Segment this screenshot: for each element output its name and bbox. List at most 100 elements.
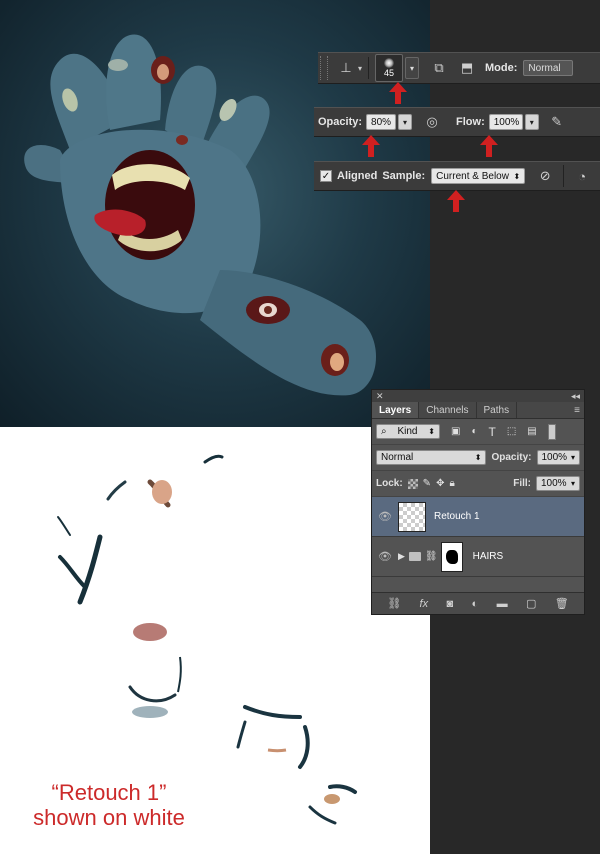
opacity-value: 80% [371,116,392,128]
red-arrow-brush-annotation [389,82,407,104]
caption-line-1: “Retouch 1” [51,780,167,805]
filter-shape-icon[interactable]: ⬚ [507,426,516,437]
airbrush-icon[interactable]: ✎ [547,112,567,132]
opacity-dropdown-icon[interactable]: ▾ [398,114,413,130]
aligned-label: Aligned [337,170,378,182]
layer-filter-row: ⌕ Kind ⬍ ▣ ◐ T ⬚ ▤ [372,419,584,445]
brush-tip-icon [384,58,395,68]
red-arrow-sample-annotation [447,190,465,212]
sample-chevron-icon: ⬍ [513,171,521,181]
sample-select[interactable]: Current & Below ⬍ [431,168,526,184]
blend-mode-value: Normal [381,452,414,463]
sample-value: Current & Below [436,170,509,182]
sample-label: Sample: [382,170,426,182]
layer-thumbnail [398,501,426,532]
panel-footer: ⛓︎ fx ◙ ◐ ▬ ▢ 🗑︎ [372,592,584,614]
fill-label: Fill: [513,478,531,489]
tab-layers[interactable]: Layers [372,402,420,418]
filter-type-icon[interactable]: T [489,425,496,439]
layer-name: HAIRS [472,551,504,562]
blend-chevron-icon: ⬍ [474,453,482,462]
pressure-opacity-icon[interactable]: ◎ [422,112,442,132]
mode-value: Normal [528,62,561,74]
toolbar-grip[interactable] [320,56,328,80]
mode-label: Mode: [485,62,518,74]
lock-fill-row: Lock: ✎ ✥ 🔒︎ Fill: 100% ▾ [372,471,584,497]
layer-row-hairs[interactable]: 👁︎ ▶ ⛓︎ HAIRS [372,537,584,577]
search-icon: ⌕ [381,426,387,437]
panel-header: ✕ ◂◂ [372,390,584,402]
clone-stamp-icon[interactable]: ⊥ [336,58,356,78]
red-arrow-opacity-annotation [362,135,380,157]
flow-input[interactable]: 100% [488,114,523,130]
expand-group-icon[interactable]: ▶ [398,551,405,562]
opacity-label: Opacity: [318,116,363,128]
brush-picker-chevron-icon[interactable]: ▾ [405,57,420,79]
tool-preset-chevron-icon[interactable]: ▾ [358,64,362,73]
ignore-adjustment-layers-icon[interactable]: ⊘ [535,166,555,186]
filter-chevron-icon: ⬍ [428,427,435,436]
tab-channels[interactable]: Channels [419,402,477,418]
aligned-checkbox[interactable]: ✓ [320,170,332,182]
blend-mode-select[interactable]: Normal ⬍ [376,450,487,465]
blend-opacity-row: Normal ⬍ Opacity: 100% ▾ [372,445,584,471]
filter-pixel-icon[interactable]: ▣ [451,426,460,437]
hand-silhouette-icon [445,549,458,564]
layer-opacity-chevron-icon: ▾ [570,453,575,462]
lock-label: Lock: [376,478,403,489]
lock-pixels-icon[interactable]: ✎ [423,478,431,489]
flow-dropdown-icon[interactable]: ▾ [524,114,539,130]
collapse-icon[interactable]: ◂◂ [571,391,580,402]
opacity-flow-options-bar: Opacity: 80% ▾ ◎ Flow: 100% ▾ ✎ [314,107,600,137]
layer-opacity-value: 100% [541,452,568,463]
lock-all-icon[interactable]: 🔒︎ [449,478,454,489]
brush-panel-toggle-icon[interactable]: ⧉ [429,58,449,78]
filter-smart-object-icon[interactable]: ▤ [527,426,536,437]
clone-stamp-options-bar: ⊥ ▾ 45 ▾ ⧉ ⬒ Mode: Normal [318,52,600,84]
group-mask-thumbnail [440,541,463,572]
add-mask-icon[interactable]: ◙ [447,598,454,610]
red-arrow-flow-annotation [480,135,498,157]
mask-link-icon[interactable]: ⛓︎ [425,551,438,562]
filter-toggle-icon[interactable] [547,423,556,440]
layer-opacity-label: Opacity: [491,452,532,463]
fill-value: 100% [541,478,567,489]
visibility-eye-icon[interactable]: 👁︎ [372,510,398,523]
new-layer-icon[interactable]: ▢ [526,597,536,610]
divider [563,165,565,187]
filter-adjustment-icon[interactable]: ◐ [471,426,477,437]
lock-position-icon[interactable]: ✥ [436,478,444,489]
fill-input[interactable]: 100% ▾ [536,476,580,491]
divider [368,57,370,79]
clone-source-panel-icon[interactable]: ⬒ [457,58,477,78]
mode-select[interactable]: Normal [523,60,574,76]
folder-icon [408,552,421,561]
layer-name: Retouch 1 [434,511,480,522]
visibility-eye-icon[interactable]: 👁︎ [372,550,398,563]
brush-preset-picker[interactable]: 45 [375,54,404,82]
layers-panel: ✕ ◂◂ Layers Channels Paths ≡ ⌕ Kind ⬍ ▣ … [371,389,585,615]
caption-line-2: shown on white [33,805,185,830]
brush-size: 45 [384,68,395,78]
layer-style-fx-icon[interactable]: fx [420,598,429,610]
panel-menu-icon[interactable]: ≡ [574,405,584,418]
flow-label: Flow: [456,116,485,128]
sample-options-bar: ✓ Aligned Sample: Current & Below ⬍ ⊘ ◔ [314,161,600,191]
close-icon[interactable]: ✕ [376,391,384,402]
filter-kind-value: Kind [397,426,418,437]
opacity-input[interactable]: 80% [366,114,397,130]
new-group-icon[interactable]: ▬ [497,598,508,610]
tab-paths[interactable]: Paths [477,402,518,418]
link-layers-icon[interactable]: ⛓︎ [387,597,401,610]
flow-value: 100% [493,116,520,128]
filter-kind-select[interactable]: ⌕ Kind ⬍ [376,424,440,439]
layer-row-retouch-1[interactable]: 👁︎ Retouch 1 [372,497,584,537]
pressure-size-icon[interactable]: ◔ [572,166,592,186]
fill-chevron-icon: ▾ [570,479,575,488]
caption: “Retouch 1” shown on white [14,780,204,830]
trash-icon[interactable]: 🗑︎ [555,597,569,610]
lock-transparency-icon[interactable] [407,478,418,489]
panel-tabs: Layers Channels Paths ≡ [372,402,584,419]
layer-opacity-input[interactable]: 100% ▾ [536,450,580,465]
adjustment-layer-icon[interactable]: ◐ [472,598,479,610]
